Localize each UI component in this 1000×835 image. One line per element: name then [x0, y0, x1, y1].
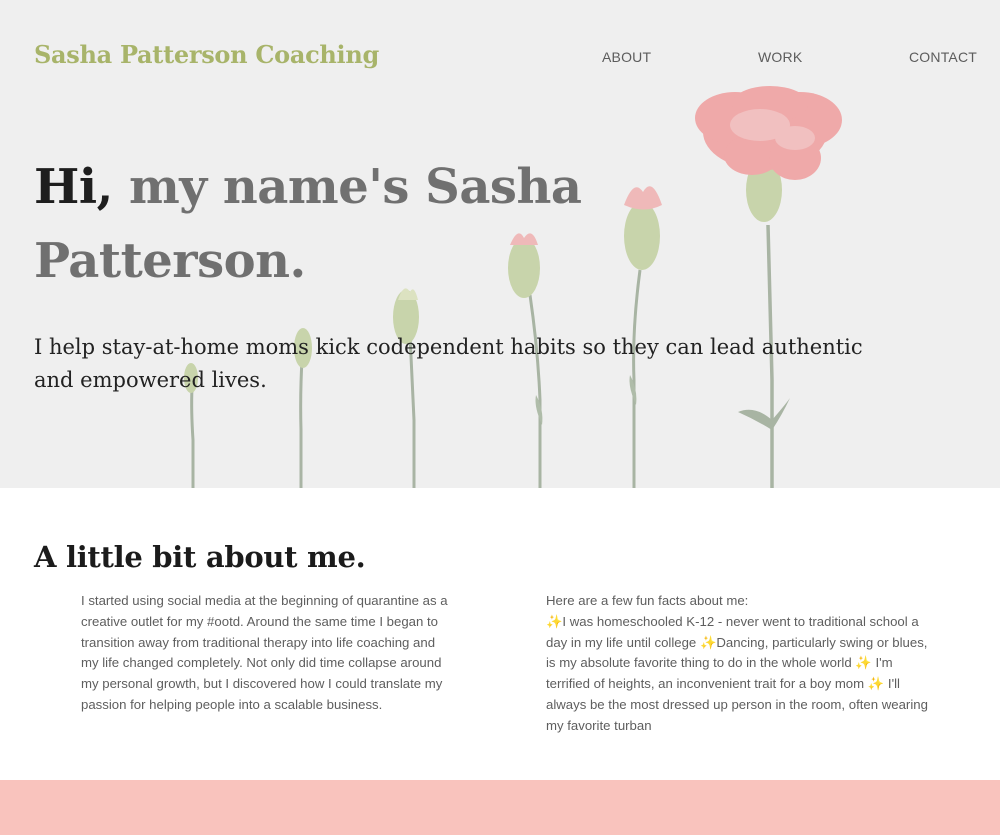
- sparkles-icon: ✨: [546, 613, 563, 629]
- fun-facts: Here are a few fun facts about me: ✨I wa…: [546, 591, 930, 737]
- nav-link-work[interactable]: WORK: [758, 49, 802, 65]
- sparkles-icon: ✨: [699, 634, 717, 650]
- nav-link-about[interactable]: ABOUT: [602, 49, 651, 65]
- about-story: I started using social media at the begi…: [81, 591, 453, 716]
- hero-section: Sasha Patterson Coaching ABOUT WORK CONT…: [0, 0, 1000, 488]
- footer-band: [0, 780, 1000, 835]
- fun-facts-intro: Here are a few fun facts about me:: [546, 593, 749, 608]
- page: Sasha Patterson Coaching ABOUT WORK CONT…: [0, 0, 1000, 835]
- headline-greeting: Hi,: [34, 159, 113, 215]
- about-heading: A little bit about me.: [34, 540, 366, 574]
- about-story-text: I started using social media at the begi…: [81, 593, 448, 712]
- sparkles-icon: ✨: [867, 676, 885, 692]
- main-nav: ABOUT WORK CONTACT: [0, 49, 1000, 69]
- headline-name: my name's Sasha Patterson.: [34, 159, 582, 289]
- hero-tagline: I help stay-at-home moms kick codependen…: [34, 335, 863, 392]
- nav-link-contact[interactable]: CONTACT: [909, 49, 977, 65]
- about-section: A little bit about me. I started using s…: [0, 488, 1000, 780]
- hero-headline: Hi, my name's Sasha Patterson.: [34, 150, 594, 298]
- fun-facts-list: ✨I was homeschooled K-12 - never went to…: [546, 612, 930, 737]
- sparkles-icon: ✨: [855, 655, 872, 671]
